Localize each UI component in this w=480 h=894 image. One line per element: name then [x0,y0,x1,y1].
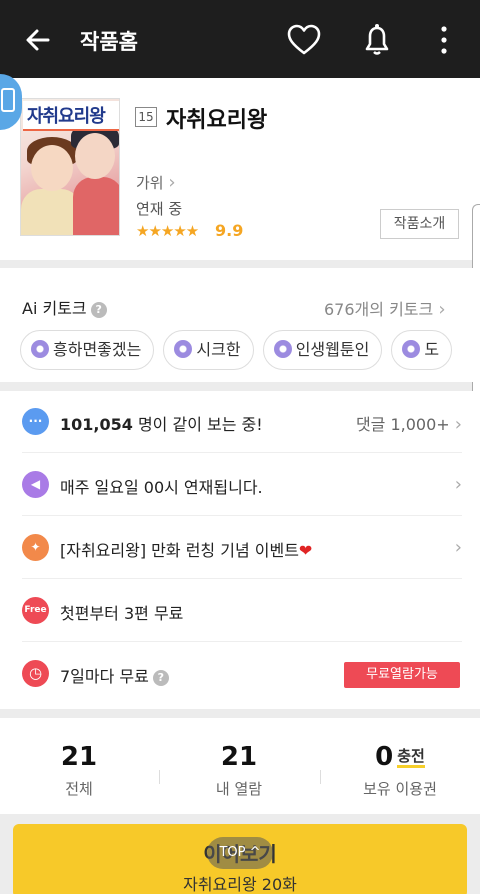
cover-image[interactable]: 자취요리왕 [20,98,120,236]
chevron-right-icon: › [168,172,176,193]
info-list-card: ··· 101,054 명이 같이 보는 중! 댓글 1,000+ › ◀ 매주… [0,391,480,709]
page-title: 작품홈 [80,30,138,54]
chevron-right-icon: › [454,537,462,558]
help-icon[interactable]: ? [90,302,107,318]
author-name: 가위 [136,174,164,192]
keytalk-chip[interactable]: 인생웹툰인 [262,330,383,370]
divider [320,770,321,784]
keytalk-chip-list: 흥하면좋겠는 시크한 인생웹툰인 도 [20,330,480,370]
notification-bell-icon[interactable] [361,22,393,58]
keytalk-title: Ai 키토크? [22,295,107,319]
total-episodes-count: 21 [60,742,98,772]
work-header-card: 자취요리왕 15 자취요리왕 가위 › 연재 중 ★★★★★ 9.9 작품소개 [0,74,480,454]
free-available-badge: 무료열람가능 [344,662,460,688]
side-panel-tab[interactable] [0,74,22,130]
chip-label: 인생웹툰인 [295,340,370,359]
event-title: [자취요리왕] 만화 런칭 기념 이벤트 [60,541,299,560]
schedule-row[interactable]: ◀ 매주 일요일 00시 연재됩니다. › [22,454,462,516]
total-episodes-label: 전체 [65,780,93,798]
chevron-right-icon: › [454,414,462,435]
cover-art-figure-1 [21,189,81,235]
viewers-row[interactable]: ··· 101,054 명이 같이 보는 중! 댓글 1,000+ › [22,391,462,453]
free-icon: Free [22,597,49,624]
comments-link[interactable]: 댓글 1,000+ › [356,411,462,435]
event-chevron: › [455,537,462,558]
keytalk-chip[interactable]: 시크한 [163,330,254,370]
event-text: [자취요리왕] 만화 런칭 기념 이벤트❤ [60,537,312,561]
wait-free-row[interactable]: ◷ 7일마다 무료? 무료열람가능 [22,643,462,705]
continue-episode: 자취요리왕 20화 [183,875,297,894]
cover-art-face-1 [31,145,73,191]
total-episodes-stat: 21 전체 [19,742,139,799]
keytalk-chip[interactable]: 흥하면좋겠는 [20,330,155,370]
back-arrow-icon[interactable] [22,24,54,56]
work-intro-button[interactable]: 작품소개 [380,209,459,239]
star-rating-icon: ★★★★★ [136,222,199,240]
clock-icon: ◷ [22,660,49,687]
keytalk-title-text: Ai 키토크 [22,299,87,318]
comments-count: 댓글 1,000+ [355,415,450,434]
phone-icon [1,88,15,112]
chip-label: 흥하면좋겠는 [53,340,142,359]
viewers-label: 명이 같이 보는 중! [132,415,263,434]
author-link[interactable]: 가위 › [136,172,176,193]
viewers-count: 101,054 [60,415,133,434]
cover-title: 자취요리왕 [23,101,119,131]
ticket-count-row: 0 충전 [340,742,460,772]
speech-bubble-icon: ··· [22,408,49,435]
help-icon[interactable]: ? [152,670,169,686]
red-heart-icon: ❤ [298,541,313,560]
scroll-to-top-button[interactable]: TOP ^ [207,837,273,869]
cover-art-figure-2 [73,177,119,235]
schedule-text: 매주 일요일 00시 연재됩니다. [60,478,263,497]
free-episodes-text: 첫편부터 3편 무료 [60,604,184,623]
read-episodes-stat: 21 내 열람 [179,742,299,799]
keytalk-count: 676개의 키토크 [324,300,434,319]
event-row[interactable]: ✦ [자취요리왕] 만화 런칭 기념 이벤트❤ › [22,517,462,579]
megaphone-icon: ◀ [22,471,49,498]
ticket-label: 보유 이용권 [363,780,437,798]
chevron-right-icon: › [454,474,462,495]
favorite-heart-icon[interactable] [286,24,322,56]
app-bar: 작품홈 [0,0,480,78]
ticket-stat: 0 충전 보유 이용권 [340,742,460,799]
chevron-right-icon: › [438,299,446,320]
free-episodes-row: Free 첫편부터 3편 무료 [22,580,462,642]
disc-icon [174,340,193,358]
read-episodes-label: 내 열람 [215,780,263,798]
wait-free-label: 7일마다 무료 [60,667,149,686]
more-options-icon[interactable] [436,24,452,56]
rating-value: 9.9 [215,221,244,240]
divider [159,770,160,784]
disc-icon [402,340,421,358]
ai-keytalk-card: Ai 키토크? 676개의 키토크 › 흥하면좋겠는 시크한 인생웹툰인 도 [0,268,480,382]
ticket-count: 0 [375,742,394,772]
viewers-text: 101,054 명이 같이 보는 중! [60,411,263,435]
work-title: 자취요리왕 [166,108,268,133]
keytalk-count-link[interactable]: 676개의 키토크 › [324,296,446,320]
charge-button[interactable]: 충전 [397,747,425,768]
age-rating-badge: 15 [135,107,157,127]
chip-label: 도 [424,340,440,359]
cover-art-face-2 [75,133,115,179]
schedule-chevron: › [455,474,462,495]
chip-label: 시크한 [196,340,241,359]
wait-free-text: 7일마다 무료? [60,663,169,687]
disc-icon [31,340,49,358]
keytalk-chip[interactable]: 도 [391,330,453,370]
read-episodes-count: 21 [220,742,258,772]
serial-status: 연재 중 [136,200,183,218]
party-popper-icon: ✦ [22,534,49,561]
disc-icon [273,340,292,358]
reading-stats-card: 21 전체 21 내 열람 0 충전 보유 이용권 [0,718,480,814]
